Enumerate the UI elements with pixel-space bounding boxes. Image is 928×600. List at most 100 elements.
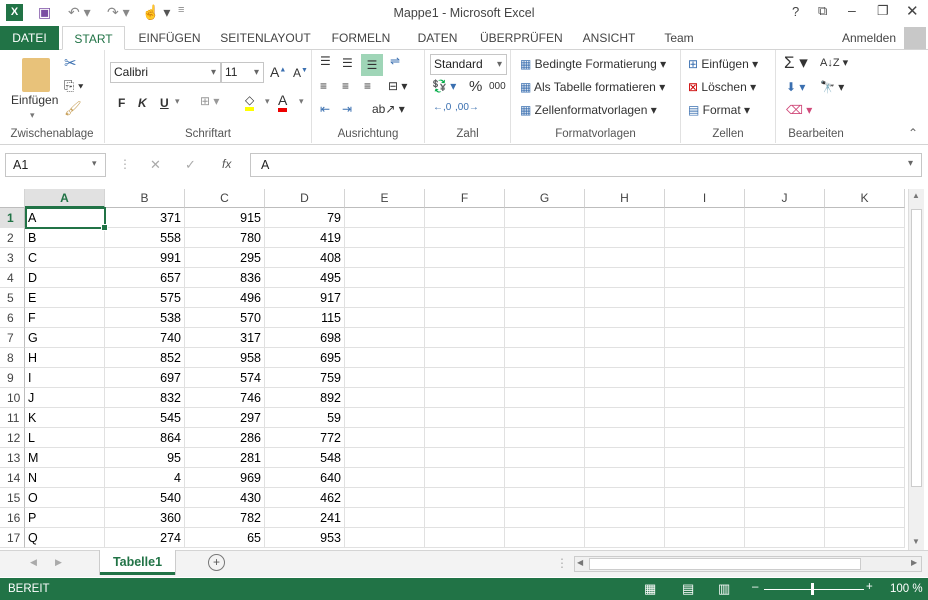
find-select-icon[interactable]: 🔭 ▾ — [820, 80, 844, 94]
cell-H6[interactable] — [585, 308, 665, 328]
cell-F5[interactable] — [425, 288, 505, 308]
cell-G14[interactable] — [505, 468, 585, 488]
page-layout-view-icon[interactable]: ▤ — [682, 581, 694, 597]
zoom-in-button[interactable]: + — [866, 581, 873, 593]
cell-E1[interactable] — [345, 208, 425, 228]
cell-J9[interactable] — [745, 368, 825, 388]
cell-K3[interactable] — [825, 248, 905, 268]
increase-decimal-icon[interactable]: ←,0 — [433, 102, 451, 113]
cell-I17[interactable] — [665, 528, 745, 548]
cell-H5[interactable] — [585, 288, 665, 308]
cell-E3[interactable] — [345, 248, 425, 268]
vertical-scrollbar[interactable]: ▲ ▼ — [908, 189, 924, 550]
row-header[interactable]: 3 — [0, 248, 25, 268]
cell-A17[interactable]: Q — [25, 528, 105, 548]
cell-J6[interactable] — [745, 308, 825, 328]
align-right-icon[interactable]: ≡ — [364, 79, 371, 93]
cell-H16[interactable] — [585, 508, 665, 528]
help-button[interactable]: ? — [792, 4, 799, 19]
cell-G1[interactable] — [505, 208, 585, 228]
cell-B17[interactable]: 274 — [105, 528, 185, 548]
cell-H4[interactable] — [585, 268, 665, 288]
scroll-left-icon[interactable]: ◀ — [577, 558, 583, 567]
cell-E9[interactable] — [345, 368, 425, 388]
cell-E17[interactable] — [345, 528, 425, 548]
cell-H2[interactable] — [585, 228, 665, 248]
cell-G16[interactable] — [505, 508, 585, 528]
conditional-formatting-button[interactable]: ▦ Bedingte Formatierung ▾ — [520, 57, 666, 71]
tab-datei[interactable]: DATEI — [0, 26, 59, 50]
row-header[interactable]: 5 — [0, 288, 25, 308]
cell-G8[interactable] — [505, 348, 585, 368]
select-all-corner[interactable] — [0, 189, 25, 208]
cell-I15[interactable] — [665, 488, 745, 508]
cell-B3[interactable]: 991 — [105, 248, 185, 268]
currency-format-icon[interactable]: 💱 ▾ — [432, 79, 456, 93]
cell-A5[interactable]: E — [25, 288, 105, 308]
cell-C16[interactable]: 782 — [185, 508, 265, 528]
column-header[interactable]: J — [745, 189, 825, 208]
cell-A9[interactable]: I — [25, 368, 105, 388]
cell-K4[interactable] — [825, 268, 905, 288]
row-header[interactable]: 4 — [0, 268, 25, 288]
cell-D13[interactable]: 548 — [265, 448, 345, 468]
cell-J13[interactable] — [745, 448, 825, 468]
cell-E7[interactable] — [345, 328, 425, 348]
cell-I7[interactable] — [665, 328, 745, 348]
column-header[interactable]: K — [825, 189, 905, 208]
cell-E16[interactable] — [345, 508, 425, 528]
cell-D15[interactable]: 462 — [265, 488, 345, 508]
underline-dropdown-icon[interactable]: ▾ — [175, 96, 180, 107]
cell-D6[interactable]: 115 — [265, 308, 345, 328]
cell-K11[interactable] — [825, 408, 905, 428]
format-cells-button[interactable]: ▤ Format ▾ — [688, 103, 750, 117]
italic-button[interactable]: K — [138, 96, 147, 110]
cell-F3[interactable] — [425, 248, 505, 268]
cell-G3[interactable] — [505, 248, 585, 268]
tab-formeln[interactable]: FORMELN — [328, 26, 394, 50]
cell-C8[interactable]: 958 — [185, 348, 265, 368]
cell-K10[interactable] — [825, 388, 905, 408]
cell-A3[interactable]: C — [25, 248, 105, 268]
close-button[interactable]: ✕ — [906, 2, 919, 20]
cell-J3[interactable] — [745, 248, 825, 268]
increase-indent-icon[interactable]: ⇥ — [342, 102, 352, 116]
cell-F11[interactable] — [425, 408, 505, 428]
normal-view-icon[interactable]: ▦ — [644, 581, 656, 597]
row-header[interactable]: 12 — [0, 428, 25, 448]
sign-in-link[interactable]: Anmelden — [836, 26, 902, 50]
row-header[interactable]: 10 — [0, 388, 25, 408]
cell-D8[interactable]: 695 — [265, 348, 345, 368]
cell-D12[interactable]: 772 — [265, 428, 345, 448]
cell-C9[interactable]: 574 — [185, 368, 265, 388]
cell-B5[interactable]: 575 — [105, 288, 185, 308]
formula-input[interactable]: A — [250, 153, 922, 177]
align-bottom-icon[interactable]: ☰ — [361, 54, 383, 76]
horizontal-scrollbar[interactable]: ◀ ▶ — [574, 556, 922, 572]
cell-H13[interactable] — [585, 448, 665, 468]
cell-B4[interactable]: 657 — [105, 268, 185, 288]
zoom-slider[interactable] — [764, 589, 864, 590]
decrease-font-icon[interactable]: A▼ — [293, 66, 308, 80]
paste-button[interactable]: Einfügen — [11, 93, 58, 107]
tab-ueberpruefen[interactable]: ÜBERPRÜFEN — [480, 26, 563, 50]
cell-styles-button[interactable]: ▦ Zellenformatvorlagen ▾ — [520, 103, 657, 117]
column-header[interactable]: A — [25, 189, 105, 208]
copy-icon[interactable]: ⎘ ▾ — [64, 78, 83, 94]
ribbon-display-options-icon[interactable]: ⧉ — [818, 3, 827, 19]
paste-dropdown-icon[interactable]: ▾ — [30, 110, 35, 121]
cell-B6[interactable]: 538 — [105, 308, 185, 328]
cell-F4[interactable] — [425, 268, 505, 288]
cell-D17[interactable]: 953 — [265, 528, 345, 548]
cell-D9[interactable]: 759 — [265, 368, 345, 388]
cell-I4[interactable] — [665, 268, 745, 288]
column-header[interactable]: G — [505, 189, 585, 208]
number-format-select[interactable]: Standard — [430, 54, 507, 75]
minimize-button[interactable]: – — [848, 2, 856, 18]
cell-E10[interactable] — [345, 388, 425, 408]
next-sheet-icon[interactable]: ▶ — [55, 557, 62, 568]
cell-D4[interactable]: 495 — [265, 268, 345, 288]
cell-E12[interactable] — [345, 428, 425, 448]
row-header[interactable]: 8 — [0, 348, 25, 368]
expand-formula-icon[interactable]: ▾ — [908, 158, 913, 169]
